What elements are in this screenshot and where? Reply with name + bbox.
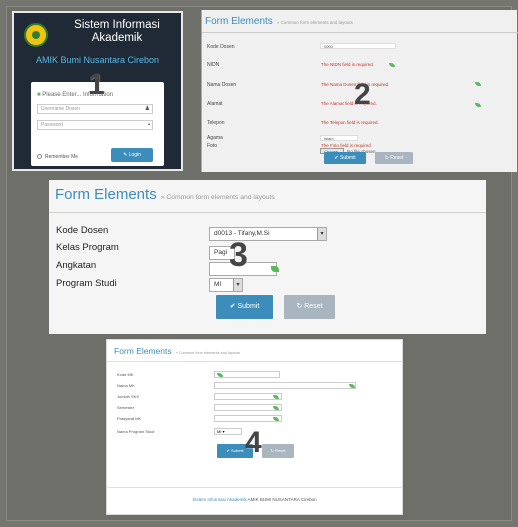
dosen-form-panel: Form Elements» Common form elements and …	[201, 10, 518, 172]
login-panel: Sistem Informasi Akademik AMIK Bumi Nusa…	[12, 11, 183, 171]
page-title: Form Elements» Common form elements and …	[55, 186, 275, 203]
kelas-program-label: Kelas Program	[56, 242, 119, 253]
nama-mk-label: Nama MK	[117, 383, 135, 388]
footer: Sistem Informasi Akademik AMIK BUMI NUSA…	[192, 497, 317, 502]
program-studi-select[interactable]: MI ▾	[209, 278, 243, 292]
panel-number-3: 3	[229, 236, 248, 274]
mk-form-panel: Form Elements» Common form elements and …	[106, 339, 403, 515]
mahasiswa-form-panel: Form Elements» Common form elements and …	[49, 180, 486, 334]
leaf-icon	[475, 103, 481, 107]
jumlah-sks-label: Jumlah SKS	[117, 394, 140, 399]
remember-me-checkbox[interactable]: Remember Me	[37, 154, 78, 160]
nama-program-studi-label: Nama Program Studi	[117, 429, 155, 434]
kode-dosen-label: Kode Dosen	[56, 225, 109, 236]
page-title: Form Elements» Common form elements and …	[114, 346, 241, 356]
nidn-error: The NIDN field is required.	[321, 62, 375, 67]
panel-number-1: 1	[88, 68, 105, 101]
kode-mk-field[interactable]	[214, 371, 280, 378]
campus-logo-icon	[24, 23, 48, 47]
leaf-icon	[271, 266, 279, 272]
nama-mk-field[interactable]	[214, 382, 356, 389]
campus-name: AMIK Bumi Nusantara Cirebon	[35, 55, 160, 65]
page-title: Form Elements» Common form elements and …	[205, 16, 353, 27]
jumlah-sks-field[interactable]	[214, 393, 282, 400]
semester-label: Semester	[117, 405, 135, 410]
footer-brand-link[interactable]: Sistem Informasi Akademik	[192, 497, 246, 502]
lock-icon: ▪	[147, 122, 150, 128]
telepon-error: The Telepon field is required.	[321, 120, 379, 125]
nama-dosen-label: Nama Dosen	[207, 82, 237, 88]
leaf-icon	[217, 373, 223, 377]
divider	[107, 487, 402, 488]
reset-button[interactable]: ↻ Reset	[262, 444, 294, 458]
chevron-down-icon: ▾	[233, 279, 242, 291]
agama-label: Agama	[207, 135, 223, 141]
alamat-label: Alamat	[207, 101, 223, 107]
panel-number-4: 4	[245, 426, 262, 459]
leaf-icon	[273, 417, 279, 421]
foto-label: Foto	[207, 143, 218, 149]
app-title: Sistem Informasi Akademik	[74, 19, 160, 44]
password-input[interactable]: Password ▪	[37, 120, 153, 130]
leaf-icon	[273, 406, 279, 410]
submit-button[interactable]: ✔ Submit	[324, 152, 366, 164]
submit-button[interactable]: ✔ Submit	[216, 295, 273, 319]
program-studi-select[interactable]: MI ▾	[214, 428, 242, 435]
chevron-down-icon: ▾	[317, 228, 326, 240]
login-button[interactable]: ✎ Login	[111, 148, 153, 162]
user-icon: ■	[37, 92, 41, 98]
user-icon: ♟	[144, 106, 150, 112]
divider	[107, 361, 402, 362]
leaf-icon	[475, 82, 481, 86]
leaf-icon	[273, 395, 279, 399]
nidn-label: NIDN	[207, 62, 220, 68]
angkatan-label: Angkatan	[56, 260, 97, 271]
kode-dosen-field[interactable]: 0000	[320, 43, 396, 49]
kode-dosen-label: Kode Dosen	[207, 44, 235, 50]
reset-button[interactable]: ↻ Reset	[375, 152, 413, 164]
panel-number-2: 2	[354, 78, 371, 111]
telepon-label: Telepon	[207, 120, 225, 126]
semester-field[interactable]	[214, 404, 282, 411]
reset-button[interactable]: ↻ Reset	[284, 295, 335, 319]
kode-dosen-select[interactable]: d0013 - Tifany,M.Si ▾	[209, 227, 327, 241]
divider	[49, 212, 486, 213]
leaf-icon	[389, 63, 395, 67]
prasyarat-mk-label: Prasyarat MK	[117, 416, 142, 421]
agama-select[interactable]: Islam	[320, 135, 358, 141]
chevron-down-icon: ▾	[222, 429, 225, 434]
program-studi-label: Program Studi	[56, 278, 117, 289]
leaf-icon	[349, 384, 355, 388]
username-input[interactable]: Username Dosen ♟	[37, 104, 153, 114]
prasyarat-mk-field[interactable]	[214, 415, 282, 422]
kode-mk-label: Kode MK	[117, 372, 134, 377]
divider	[202, 32, 518, 33]
